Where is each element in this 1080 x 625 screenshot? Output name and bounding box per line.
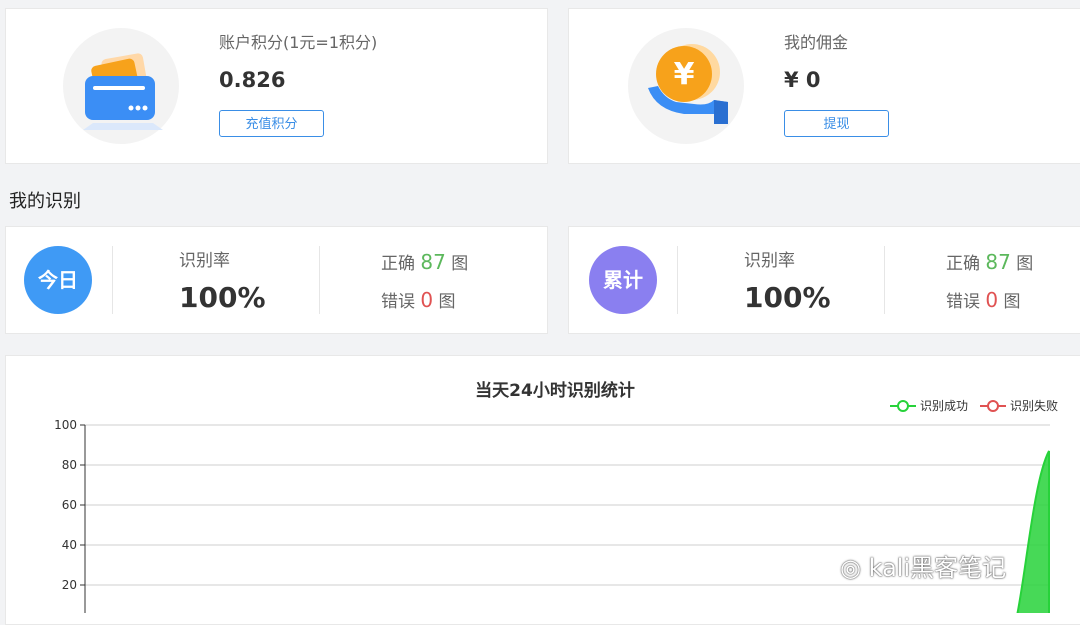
divider xyxy=(319,246,320,314)
total-rate-label: 识别率 xyxy=(744,251,795,271)
today-badge: 今日 xyxy=(24,246,92,314)
recharge-button[interactable]: 充值积分 xyxy=(219,110,324,137)
today-rate-value: 100% xyxy=(179,281,266,314)
legend-fail-icon xyxy=(980,399,1006,412)
legend-success-label: 识别成功 xyxy=(920,399,969,413)
withdraw-button[interactable]: 提现 xyxy=(784,110,889,137)
total-wrong-value: 0 xyxy=(985,288,999,312)
commission-label: 我的佣金 xyxy=(784,33,849,52)
total-rate-value: 100% xyxy=(744,281,831,314)
legend-fail-label: 识别失败 xyxy=(1010,399,1059,413)
total-correct-unit: 图 xyxy=(1016,254,1034,274)
today-correct: 正确 87 图 xyxy=(381,249,468,274)
coin-hand-icon-circle: ¥ xyxy=(628,28,744,144)
coin-hand-icon: ¥ xyxy=(648,44,728,124)
divider xyxy=(884,246,885,314)
today-correct-label: 正确 xyxy=(381,254,415,274)
today-wrong-value: 0 xyxy=(420,288,434,312)
wallet-icon-circle xyxy=(63,28,179,144)
commission-value: ¥ 0 xyxy=(784,68,821,92)
wechat-icon: ◎ xyxy=(840,554,861,582)
today-rate-label: 识别率 xyxy=(179,251,230,271)
legend-fail[interactable]: 识别失败 xyxy=(980,397,1058,414)
total-wrong: 错误 0 图 xyxy=(946,287,1021,312)
today-wrong-label: 错误 xyxy=(381,292,415,312)
legend-success-icon xyxy=(890,399,916,412)
points-label: 账户积分(1元=1积分) xyxy=(219,33,378,52)
divider xyxy=(112,246,113,314)
watermark: ◎ kali黑客笔记 xyxy=(840,548,1006,583)
total-wrong-unit: 图 xyxy=(1003,292,1021,312)
today-wrong: 错误 0 图 xyxy=(381,287,456,312)
svg-text:¥: ¥ xyxy=(674,57,695,92)
total-badge: 累计 xyxy=(589,246,657,314)
today-correct-value: 87 xyxy=(420,250,446,274)
total-wrong-label: 错误 xyxy=(946,292,980,312)
today-correct-unit: 图 xyxy=(451,254,469,274)
total-correct-value: 87 xyxy=(985,250,1011,274)
wallet-icon xyxy=(83,53,163,130)
total-correct: 正确 87 图 xyxy=(946,249,1033,274)
points-value: 0.826 xyxy=(219,68,286,92)
divider xyxy=(677,246,678,314)
watermark-text: kali黑客笔记 xyxy=(868,554,1007,582)
legend-success[interactable]: 识别成功 xyxy=(890,397,968,414)
section-title: 我的识别 xyxy=(9,191,81,212)
today-wrong-unit: 图 xyxy=(438,292,456,312)
total-correct-label: 正确 xyxy=(946,254,980,274)
